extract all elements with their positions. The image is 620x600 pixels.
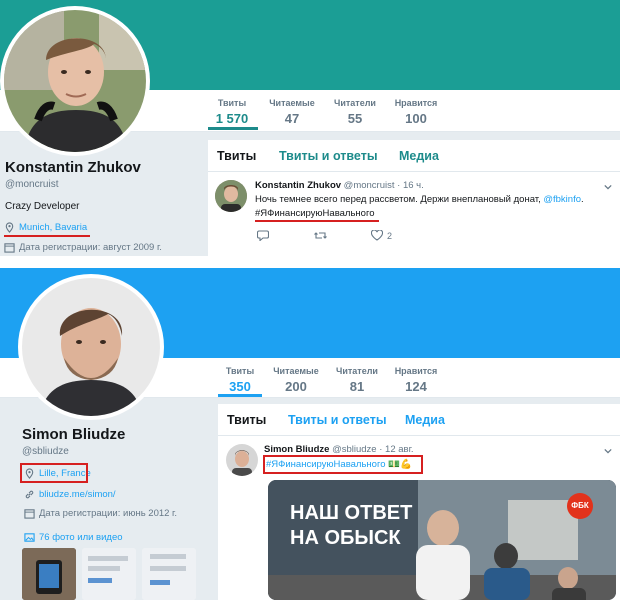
stat-label: Твиты	[217, 98, 247, 108]
highlight-underline	[255, 220, 379, 222]
profile-handle[interactable]: @sbliudze	[22, 446, 69, 457]
stat-label: Читатели	[336, 366, 378, 376]
tweet-hashtag[interactable]: #ЯФинансируюНавального	[255, 208, 375, 219]
tweet-avatar[interactable]	[215, 180, 247, 212]
chevron-down-icon[interactable]	[604, 183, 612, 191]
stat-likes[interactable]: Нравится 100	[390, 98, 442, 126]
tweet-header: Konstantin Zhukov @moncruist · 16 ч.	[255, 180, 424, 191]
tweet-time[interactable]: · 12 авг.	[379, 444, 413, 455]
timeline: Твиты Твиты и ответы Медиа Simon Bliudze…	[218, 404, 620, 600]
calendar-icon	[24, 509, 35, 519]
tab-media[interactable]: Медиа	[405, 413, 445, 427]
reply-action[interactable]	[257, 230, 269, 241]
tweet-avatar[interactable]	[226, 444, 258, 476]
stat-value: 47	[284, 111, 300, 126]
like-count: 2	[387, 230, 393, 241]
stat-label: Читаемые	[273, 366, 319, 376]
timeline-tabs: Твиты Твиты и ответы Медиа	[218, 404, 620, 436]
tweet-handle[interactable]: @moncruist	[344, 180, 395, 191]
highlight-box	[263, 455, 423, 474]
stat-following[interactable]: Читаемые 200	[270, 366, 322, 394]
image-caption-line1: НАШ ОТВЕТ	[290, 502, 413, 524]
retweet-icon	[314, 232, 327, 239]
tab-tweets-replies[interactable]: Твиты и ответы	[288, 413, 387, 427]
tweet-author[interactable]: Konstantin Zhukov	[255, 180, 341, 191]
profile-handle[interactable]: @moncruist	[5, 179, 59, 190]
profile-joined: Дата регистрации: август 2009 г.	[4, 242, 162, 253]
tweet-media-image[interactable]: ФБК НАШ ОТВЕТ НА ОБЫСК	[268, 480, 616, 600]
stat-tweets[interactable]: Твиты 1 570	[208, 98, 256, 126]
stat-tweets[interactable]: Твиты 350	[218, 366, 262, 394]
profile-sidebar: Simon Bliudze @sbliudze Lille, France bl…	[0, 398, 214, 600]
tweet-author[interactable]: Simon Bliudze	[264, 444, 329, 455]
profile-name[interactable]: Simon Bliudze	[22, 426, 125, 443]
reply-icon	[257, 230, 269, 241]
highlight-box	[20, 463, 88, 483]
heart-icon	[371, 230, 383, 241]
tab-media[interactable]: Медиа	[399, 149, 439, 163]
stat-label: Нравится	[394, 366, 438, 376]
stat-value: 55	[347, 111, 363, 126]
profile-sidebar: Konstantin Zhukov @moncruist Crazy Devel…	[0, 132, 206, 256]
media-thumbnail[interactable]	[22, 548, 76, 600]
tweet-handle[interactable]: @sbliudze	[332, 444, 377, 455]
media-thumbnail[interactable]	[142, 548, 196, 600]
location-pin-icon	[5, 222, 14, 233]
profile-joined: Дата регистрации: июнь 2012 г.	[24, 508, 177, 519]
tab-tweets[interactable]: Твиты	[217, 149, 256, 163]
timeline: Твиты Твиты и ответы Медиа Konstantin Zh…	[208, 140, 620, 256]
like-action[interactable]: 2	[371, 230, 392, 241]
joined-date: Дата регистрации: август 2009 г.	[19, 242, 162, 253]
stat-value: 100	[405, 111, 427, 126]
section-separator	[0, 256, 620, 268]
tweet-text-end: .	[581, 194, 584, 205]
stat-label: Твиты	[225, 366, 255, 376]
photo-icon	[24, 533, 35, 542]
stat-label: Нравится	[394, 98, 438, 108]
stat-value: 124	[405, 379, 427, 394]
stat-label: Читаемые	[269, 98, 315, 108]
highlight-underline	[4, 235, 90, 237]
tweet-text: Ночь темнее всего перед рассветом. Держи…	[255, 194, 584, 205]
website-link[interactable]: bliudze.me/simon/	[39, 489, 116, 500]
media-thumbnail[interactable]	[82, 548, 136, 600]
stat-followers[interactable]: Читатели 55	[330, 98, 380, 126]
tweet-time[interactable]: · 16 ч.	[397, 180, 424, 191]
stat-label: Читатели	[334, 98, 376, 108]
avatar[interactable]	[4, 10, 146, 152]
profile-website[interactable]: bliudze.me/simon/	[24, 489, 116, 500]
calendar-icon	[4, 243, 15, 253]
stat-value: 200	[285, 379, 307, 394]
timeline-tabs: Твиты Твиты и ответы Медиа	[208, 140, 620, 172]
retweet-action[interactable]	[314, 230, 327, 241]
profile-simon: Твиты 350 Читаемые 200 Читатели 81 Нрави…	[0, 268, 620, 600]
profile-name[interactable]: Konstantin Zhukov	[5, 159, 141, 176]
tab-tweets-replies[interactable]: Твиты и ответы	[279, 149, 378, 163]
stat-likes[interactable]: Нравится 124	[390, 366, 442, 394]
joined-date: Дата регистрации: июнь 2012 г.	[39, 508, 178, 519]
stat-value: 350	[229, 379, 251, 394]
profile-location[interactable]: Munich, Bavaria	[4, 222, 87, 233]
photos-link[interactable]: 76 фото или видео	[39, 532, 123, 543]
tweet-text-main: Ночь темнее всего перед рассветом. Держи…	[255, 194, 541, 205]
profile-konstantin: Твиты 1 570 Читаемые 47 Читатели 55 Нрав…	[0, 0, 620, 256]
profile-bio: Crazy Developer	[5, 201, 80, 212]
image-caption-line2: НА ОБЫСК	[290, 527, 401, 549]
fbk-logo: ФБК	[571, 501, 589, 510]
avatar[interactable]	[22, 278, 160, 416]
profile-photos[interactable]: 76 фото или видео	[24, 532, 123, 543]
location-link[interactable]: Munich, Bavaria	[19, 222, 87, 233]
tab-tweets[interactable]: Твиты	[227, 413, 266, 427]
active-tab-underline	[218, 394, 262, 397]
tweet-mention[interactable]: @fbkinfo	[543, 194, 581, 205]
chevron-down-icon[interactable]	[604, 447, 612, 455]
link-icon	[25, 490, 34, 499]
active-tab-underline	[208, 127, 258, 130]
stat-followers[interactable]: Читатели 81	[332, 366, 382, 394]
stat-value: 1 570	[215, 111, 249, 126]
stat-following[interactable]: Читаемые 47	[266, 98, 318, 126]
tweet-header: Simon Bliudze @sbliudze · 12 авг.	[264, 444, 414, 455]
stat-value: 81	[349, 379, 365, 394]
